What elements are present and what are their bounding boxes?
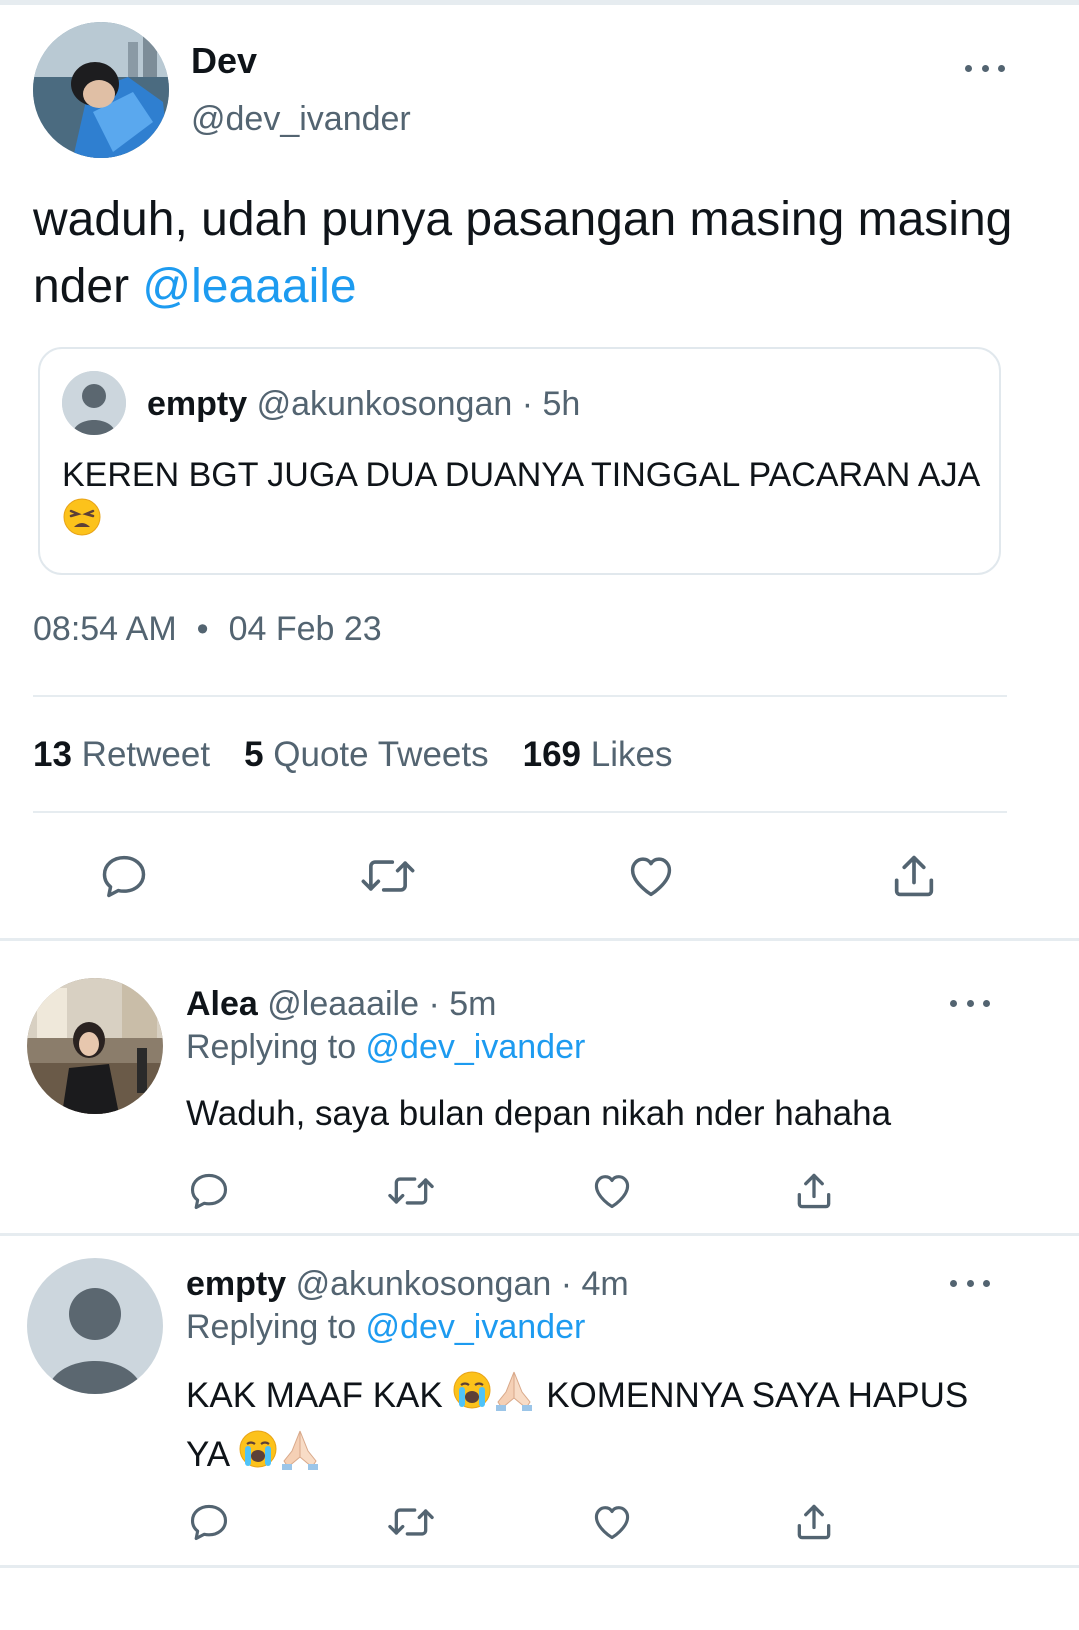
reply-header: empty @akunkosongan · 4m bbox=[186, 1265, 629, 1304]
retweet-icon[interactable] bbox=[358, 850, 418, 902]
like-icon[interactable] bbox=[590, 1500, 634, 1544]
reply-avatar[interactable] bbox=[27, 1258, 163, 1394]
quote-count-link[interactable]: 5 Quote Tweets bbox=[244, 735, 489, 774]
replying-label: Replying to bbox=[186, 1028, 366, 1066]
like-label: Likes bbox=[590, 735, 673, 774]
like-count: 169 bbox=[522, 735, 582, 774]
replying-mention[interactable]: @dev_ivander bbox=[366, 1308, 586, 1346]
quote-label: Quote Tweets bbox=[273, 735, 489, 774]
crying-face-emoji bbox=[452, 1370, 492, 1425]
mention-link[interactable]: @leaaaile bbox=[142, 260, 356, 313]
retweet-count-link[interactable]: 13 Retweet bbox=[33, 735, 210, 774]
reply-text: Waduh, saya bulan depan nikah nder hahah… bbox=[186, 1094, 892, 1133]
more-options-icon[interactable] bbox=[950, 1273, 990, 1293]
reply-icon[interactable] bbox=[187, 1500, 231, 1544]
reply-name[interactable]: Alea bbox=[186, 985, 258, 1023]
reply-text: KAK MAAF KAK KOMENNYA SAYA HAPUS YA bbox=[186, 1368, 1046, 1486]
reply-icon[interactable] bbox=[187, 1169, 231, 1213]
reply-text-part: KAK MAAF KAK bbox=[186, 1375, 453, 1415]
divider bbox=[33, 695, 1007, 697]
reply-header: Alea @leaaaile · 5m bbox=[186, 985, 496, 1024]
like-count-link[interactable]: 169 Likes bbox=[523, 735, 673, 774]
retweet-icon[interactable] bbox=[385, 1500, 437, 1544]
quoted-text: KEREN BGT JUGA DUA DUANYA TINGGAL PACARA… bbox=[62, 453, 992, 548]
replying-to: Replying to @dev_ivander bbox=[186, 1308, 585, 1347]
quoted-avatar bbox=[62, 371, 126, 435]
reply-text-part: KOMENNYA SAYA HAPUS bbox=[536, 1375, 969, 1415]
more-options-icon[interactable] bbox=[965, 58, 1005, 78]
top-divider bbox=[0, 0, 1079, 5]
quoted-name: empty bbox=[147, 385, 248, 423]
replying-label: Replying to bbox=[186, 1308, 366, 1346]
retweet-icon[interactable] bbox=[385, 1169, 437, 1213]
folded-hands-emoji bbox=[492, 1368, 536, 1427]
quoted-body: KEREN BGT JUGA DUA DUANYA TINGGAL PACARA… bbox=[62, 456, 981, 494]
retweet-count: 13 bbox=[33, 735, 72, 774]
reply-name[interactable]: empty bbox=[186, 1265, 286, 1303]
divider bbox=[0, 1565, 1079, 1568]
author-avatar[interactable] bbox=[33, 22, 169, 158]
author-handle[interactable]: @dev_ivander bbox=[191, 100, 411, 139]
folded-hands-emoji bbox=[278, 1427, 322, 1486]
author-name[interactable]: Dev bbox=[191, 40, 257, 82]
divider bbox=[0, 938, 1079, 941]
quoted-header: empty @akunkosongan · 5h bbox=[147, 385, 580, 424]
reply-text-part: YA bbox=[186, 1434, 238, 1474]
replying-mention[interactable]: @dev_ivander bbox=[366, 1028, 586, 1066]
tweet-text: waduh, udah punya pasangan masing masing… bbox=[33, 186, 1043, 320]
reply-handle-time: @leaaaile · 5m bbox=[257, 985, 497, 1023]
time: 08:54 AM bbox=[33, 610, 177, 648]
like-icon[interactable] bbox=[625, 850, 677, 902]
quoted-tweet[interactable]: empty @akunkosongan · 5h KEREN BGT JUGA … bbox=[38, 347, 1001, 575]
more-options-icon[interactable] bbox=[950, 993, 990, 1013]
reply-avatar[interactable] bbox=[27, 978, 163, 1114]
reply-handle-time: @akunkosongan · 4m bbox=[286, 1265, 629, 1303]
divider bbox=[0, 1233, 1079, 1236]
separator: • bbox=[196, 610, 209, 648]
share-icon[interactable] bbox=[792, 1500, 836, 1544]
tired-face-emoji bbox=[62, 497, 102, 548]
quoted-handle-time: @akunkosongan · 5h bbox=[247, 385, 581, 423]
retweet-label: Retweet bbox=[81, 735, 211, 774]
divider bbox=[33, 811, 1007, 813]
share-icon[interactable] bbox=[888, 850, 940, 902]
tweet-timestamp[interactable]: 08:54 AM • 04 Feb 23 bbox=[33, 610, 382, 649]
share-icon[interactable] bbox=[792, 1169, 836, 1213]
reply-icon[interactable] bbox=[98, 850, 150, 902]
date: 04 Feb 23 bbox=[228, 610, 382, 648]
like-icon[interactable] bbox=[590, 1169, 634, 1213]
replying-to: Replying to @dev_ivander bbox=[186, 1028, 585, 1067]
crying-face-emoji bbox=[238, 1429, 278, 1484]
quote-count: 5 bbox=[244, 735, 264, 774]
tweet-stats: 13 Retweet 5 Quote Tweets 169 Likes bbox=[33, 735, 672, 775]
